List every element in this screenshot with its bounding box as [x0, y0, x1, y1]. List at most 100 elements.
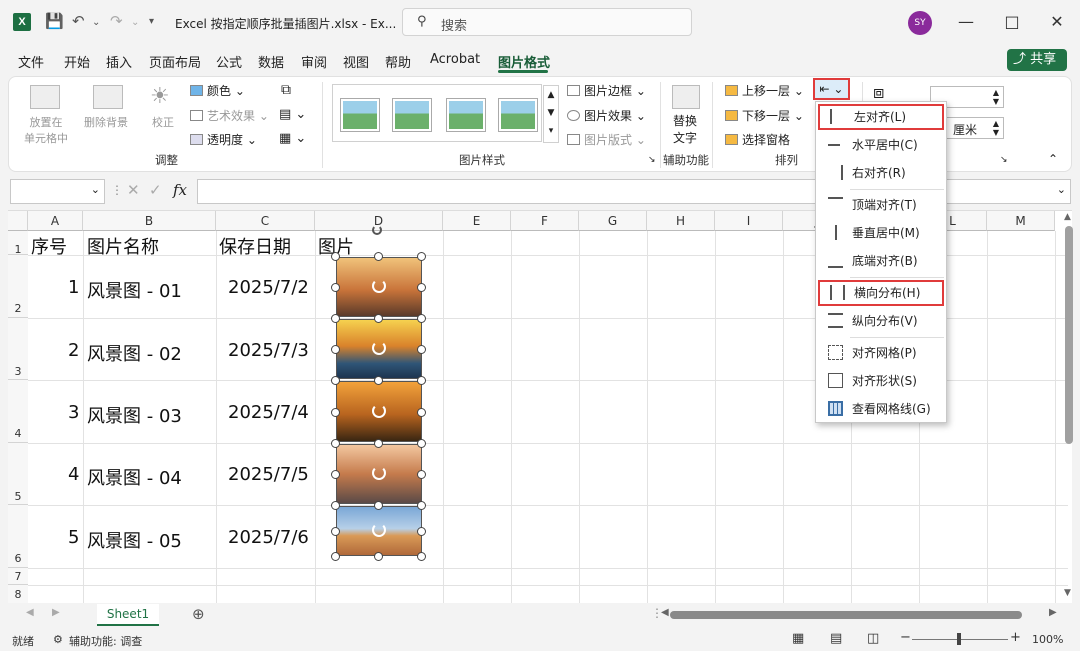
column-header-a[interactable]: A: [28, 211, 83, 231]
resize-handle[interactable]: [331, 283, 340, 292]
picture-border-button[interactable]: 图片边框 ⌄: [567, 82, 646, 99]
zoom-out-icon[interactable]: −: [900, 630, 911, 645]
scroll-down-icon[interactable]: ▼: [1064, 588, 1071, 598]
compress-pictures-icon[interactable]: ⧉: [281, 82, 291, 98]
resize-handle[interactable]: [331, 470, 340, 479]
column-header-m[interactable]: M: [987, 211, 1055, 231]
resize-handle[interactable]: [374, 252, 383, 261]
table-cell-name[interactable]: 风景图 - 03: [87, 402, 182, 428]
row-header-7[interactable]: 7: [8, 568, 28, 585]
resize-handle[interactable]: [417, 470, 426, 479]
scroll-left-icon[interactable]: ◀: [661, 607, 669, 618]
resize-handle[interactable]: [374, 439, 383, 448]
zoom-slider-thumb[interactable]: [957, 633, 961, 645]
row-header-4[interactable]: 4: [8, 380, 28, 443]
transparency-button[interactable]: 透明度 ⌄: [190, 131, 257, 148]
menu-picture-format[interactable]: 图片格式: [498, 52, 550, 71]
add-sheet-icon[interactable]: ⊕: [192, 605, 205, 623]
name-box[interactable]: ⌄: [10, 179, 105, 204]
resize-handle[interactable]: [331, 552, 340, 561]
picture-effects-button[interactable]: 图片效果 ⌄: [567, 107, 646, 124]
table-cell-no[interactable]: 4: [68, 464, 79, 485]
rotate-handle-icon[interactable]: [372, 225, 382, 235]
menu-home[interactable]: 开始: [64, 52, 90, 71]
table-cell-no[interactable]: 2: [68, 340, 79, 361]
resize-handle[interactable]: [374, 552, 383, 561]
select-all-corner[interactable]: [8, 211, 28, 231]
resize-handle[interactable]: [417, 408, 426, 417]
vertical-scrollbar-thumb[interactable]: [1065, 226, 1073, 444]
column-header-g[interactable]: G: [579, 211, 647, 231]
corrections-button[interactable]: 校正: [152, 114, 174, 130]
picture-styles-gallery[interactable]: [332, 84, 542, 142]
menu-item-view-gridlines[interactable]: 查看网格线(G): [818, 396, 944, 422]
bring-forward-button[interactable]: 上移一层 ⌄: [725, 82, 804, 99]
style-thumb-2[interactable]: [393, 99, 431, 131]
row-header-3[interactable]: 3: [8, 318, 28, 380]
selection-pane-button[interactable]: 选择窗格: [725, 131, 790, 148]
resize-handle[interactable]: [417, 283, 426, 292]
page-layout-view-icon[interactable]: ▤: [830, 631, 842, 646]
horizontal-scrollbar-thumb[interactable]: [670, 611, 1022, 619]
menu-item-align-left[interactable]: 左对齐(L): [818, 104, 944, 130]
fx-icon[interactable]: fx: [173, 181, 187, 199]
redo-dropdown-icon[interactable]: ⌄: [131, 17, 139, 28]
style-thumb-4[interactable]: [499, 99, 537, 131]
rotate-handle-icon[interactable]: [372, 466, 386, 480]
table-cell-no[interactable]: 1: [68, 277, 79, 298]
menu-file[interactable]: 文件: [18, 52, 44, 71]
table-cell-date[interactable]: 2025/7/4: [228, 402, 309, 423]
table-cell-date[interactable]: 2025/7/3: [228, 340, 309, 361]
column-header-c[interactable]: C: [216, 211, 315, 231]
resize-handle[interactable]: [374, 376, 383, 385]
resize-handle[interactable]: [331, 314, 340, 323]
resize-handle[interactable]: [331, 408, 340, 417]
menu-insert[interactable]: 插入: [106, 52, 132, 71]
menu-item-align-top[interactable]: 顶端对齐(T): [818, 192, 944, 218]
menu-item-align-bottom[interactable]: 底端对齐(B): [818, 248, 944, 274]
resize-handle[interactable]: [374, 314, 383, 323]
size-dialog-launcher-icon[interactable]: ↘: [1000, 155, 1008, 165]
send-backward-button[interactable]: 下移一层 ⌄: [725, 107, 804, 124]
resize-handle[interactable]: [417, 501, 426, 510]
crop-icon[interactable]: ⧈: [873, 82, 884, 103]
alt-text-button[interactable]: 替换 文字: [673, 112, 697, 146]
column-header-h[interactable]: H: [647, 211, 715, 231]
resize-handle[interactable]: [331, 252, 340, 261]
menu-item-align-center[interactable]: 水平居中(C): [818, 132, 944, 158]
next-sheet-icon[interactable]: ▶: [52, 607, 60, 618]
menu-item-distribute-vertically[interactable]: 纵向分布(V): [818, 308, 944, 334]
row-header-6[interactable]: 6: [8, 505, 28, 568]
sheet-tab-sheet1[interactable]: Sheet1: [97, 604, 159, 626]
column-header-b[interactable]: B: [83, 211, 216, 231]
share-button[interactable]: ⤴ 共享: [1007, 49, 1067, 71]
close-icon[interactable]: ✕: [1045, 12, 1069, 31]
column-header-e[interactable]: E: [443, 211, 511, 231]
header-cell-name[interactable]: 图片名称: [87, 233, 159, 259]
resize-handle[interactable]: [417, 439, 426, 448]
menu-data[interactable]: 数据: [258, 52, 284, 71]
resize-handle[interactable]: [331, 439, 340, 448]
remove-background-button[interactable]: 删除背景: [84, 114, 128, 130]
table-cell-date[interactable]: 2025/7/6: [228, 527, 309, 548]
accessibility-status[interactable]: 辅助功能: 调查: [69, 633, 142, 649]
table-cell-name[interactable]: 风景图 - 05: [87, 527, 182, 553]
resize-handle[interactable]: [331, 376, 340, 385]
column-header-f[interactable]: F: [511, 211, 579, 231]
change-picture-icon[interactable]: ▤ ⌄: [279, 107, 306, 122]
gallery-scroll[interactable]: ▲ ▼ ▾: [543, 85, 559, 143]
style-thumb-3[interactable]: [447, 99, 485, 131]
save-icon[interactable]: 💾: [45, 12, 64, 30]
maximize-icon[interactable]: □: [1000, 12, 1024, 31]
search-box[interactable]: ⚲ 搜索: [402, 8, 692, 36]
resize-handle[interactable]: [331, 501, 340, 510]
minimize-icon[interactable]: —: [954, 12, 978, 31]
menu-view[interactable]: 视图: [343, 52, 369, 71]
menu-acrobat[interactable]: Acrobat: [430, 52, 480, 67]
align-button[interactable]: ⇤ ⌄: [813, 78, 850, 100]
menu-item-align-middle[interactable]: 垂直居中(M): [818, 220, 944, 246]
artistic-effects-button[interactable]: 艺术效果 ⌄: [190, 107, 269, 124]
menu-help[interactable]: 帮助: [385, 52, 411, 71]
resize-handle[interactable]: [417, 314, 426, 323]
row-header-8[interactable]: 8: [8, 585, 28, 603]
